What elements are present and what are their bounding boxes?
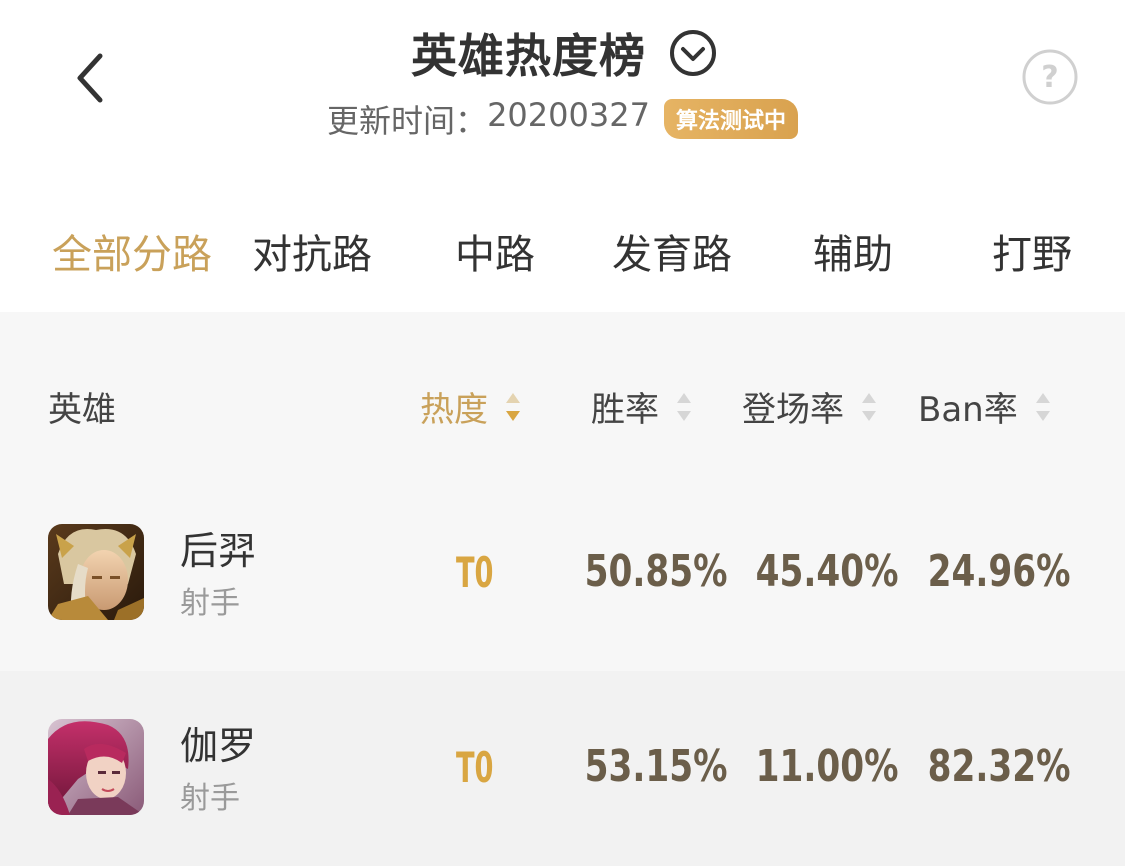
column-header-pick-rate[interactable]: 登场率 (742, 382, 878, 431)
hero-pick-rate: 11.00% (755, 741, 899, 792)
tab-mid-lane[interactable]: 中路 (455, 222, 535, 280)
header: 英雄热度榜 更新时间： 20200327 算法测试中 ? 全部分路 对抗路 中路… (0, 0, 1125, 312)
tab-bot-lane[interactable]: 发育路 (612, 222, 732, 280)
hero-name: 后羿 (180, 529, 257, 573)
help-button[interactable]: ? (1020, 47, 1080, 107)
table-row[interactable]: 后羿 射手 T0 50.85% 45.40% 24.96% (0, 476, 1125, 671)
hero-avatar (48, 524, 144, 620)
algorithm-test-badge: 算法测试中 (663, 99, 798, 139)
question-circle-icon: ? (1022, 49, 1078, 105)
tab-all-lanes[interactable]: 全部分路 (52, 222, 212, 280)
hero-tier: T0 (456, 548, 494, 597)
column-header-heat[interactable]: 热度 (420, 382, 522, 431)
table-row[interactable]: 伽罗 射手 T0 53.15% 11.00% 82.32% (0, 671, 1125, 866)
sort-icon (677, 392, 691, 421)
hero-avatar (48, 719, 144, 815)
hero-avatar-houyi-icon (48, 524, 144, 620)
sort-icon (1035, 392, 1050, 421)
update-time-label: 更新时间： (327, 102, 488, 140)
chevron-down-circle-icon (670, 30, 716, 76)
column-header-win-rate-label: 胜率 (591, 390, 659, 430)
tab-support[interactable]: 辅助 (813, 222, 893, 280)
tab-jungle[interactable]: 打野 (992, 222, 1072, 280)
title-wrap: 英雄热度榜 (0, 20, 1125, 86)
hero-name: 伽罗 (180, 724, 257, 768)
column-header-hero: 英雄 (48, 382, 116, 431)
hero-ban-rate: 24.96% (927, 546, 1071, 597)
hero-role: 射手 (180, 586, 240, 621)
svg-text:?: ? (1041, 60, 1058, 95)
title-row: 英雄热度榜 (411, 20, 718, 86)
column-header-ban-rate[interactable]: Ban率 (918, 382, 1052, 431)
hero-ban-rate: 82.32% (927, 741, 1071, 792)
hero-role: 射手 (180, 781, 240, 816)
sort-icon (862, 392, 876, 421)
page-title: 英雄热度榜 (411, 29, 646, 83)
column-header-pick-rate-label: 登场率 (742, 390, 844, 430)
hero-avatar-jialuo-icon (48, 719, 144, 815)
hero-win-rate: 53.15% (584, 741, 728, 792)
column-header-heat-label: 热度 (420, 390, 488, 430)
hero-tier: T0 (456, 743, 494, 792)
sort-desc-icon (506, 392, 520, 421)
hero-pick-rate: 45.40% (755, 546, 899, 597)
tab-top-lane[interactable]: 对抗路 (252, 222, 372, 280)
column-header-ban-rate-label: Ban率 (918, 390, 1018, 430)
column-header-hero-label: 英雄 (48, 390, 116, 430)
update-row: 更新时间： 20200327 算法测试中 (0, 96, 1125, 142)
update-time-value: 20200327 (487, 96, 650, 134)
title-dropdown-button[interactable] (668, 28, 718, 78)
lane-tabs: 全部分路 对抗路 中路 发育路 辅助 打野 (0, 222, 1125, 286)
column-header-win-rate[interactable]: 胜率 (591, 382, 693, 431)
update-time: 更新时间： 20200327 (327, 96, 650, 142)
hero-win-rate: 50.85% (584, 546, 728, 597)
